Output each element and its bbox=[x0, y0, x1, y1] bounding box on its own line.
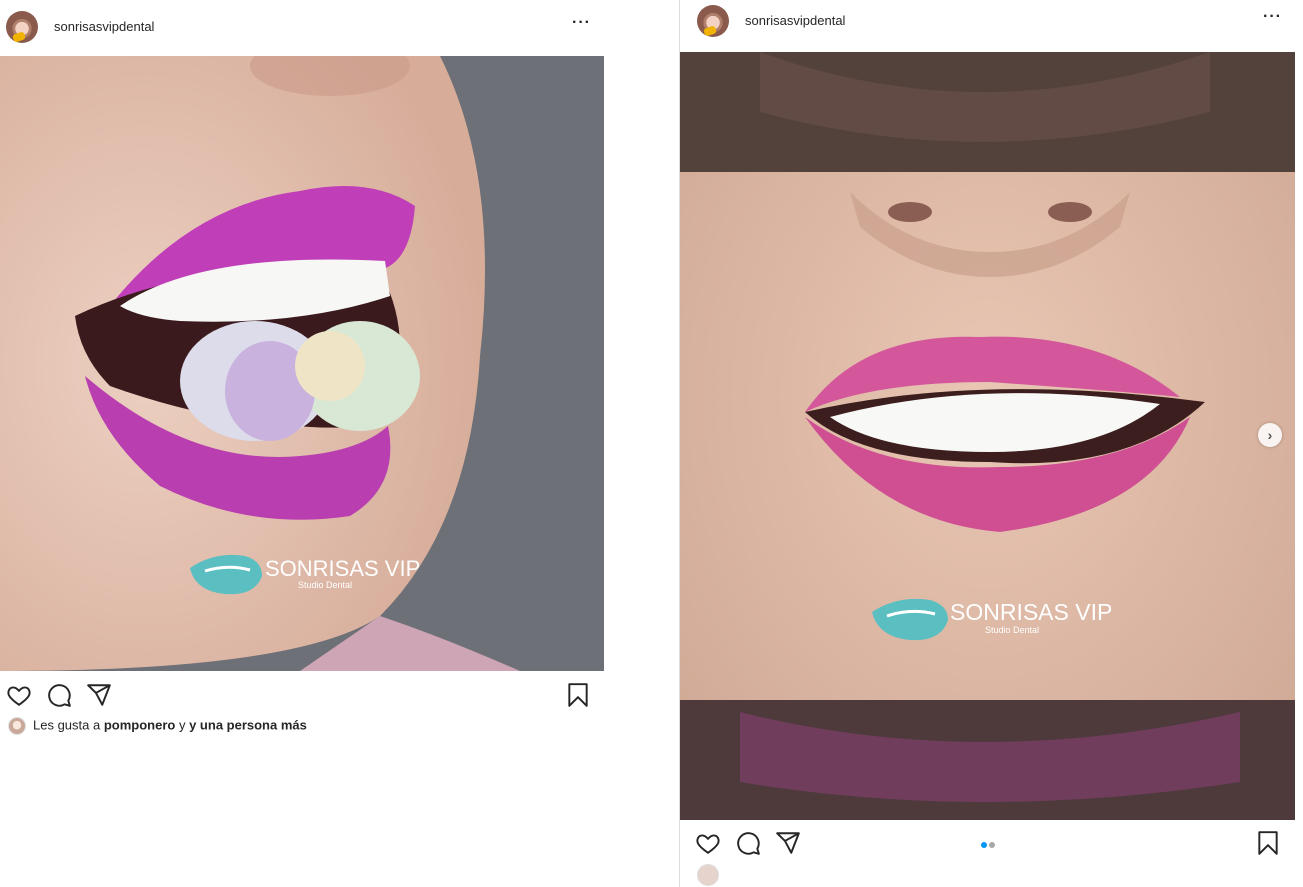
username-link[interactable]: sonrisasvipdental bbox=[745, 13, 845, 28]
comment-icon[interactable] bbox=[735, 830, 761, 856]
likes-summary: Les gusta a pomponero y y una persona má… bbox=[8, 717, 307, 737]
carousel-next-button[interactable]: › bbox=[1258, 423, 1282, 447]
comment-icon[interactable] bbox=[46, 682, 72, 708]
post-image[interactable]: SONRISAS VIP Studio Dental bbox=[0, 56, 604, 671]
share-icon[interactable] bbox=[86, 682, 112, 708]
heart-icon[interactable] bbox=[695, 830, 721, 856]
heart-icon[interactable] bbox=[6, 682, 32, 708]
bookmark-icon[interactable] bbox=[565, 682, 591, 708]
carousel-dot bbox=[989, 842, 995, 848]
post-header: sonrisasvipdental ··· bbox=[0, 0, 604, 52]
carousel-image[interactable]: SONRISAS VIP Studio Dental bbox=[680, 52, 1295, 820]
liker-avatar[interactable] bbox=[8, 717, 26, 735]
chevron-right-icon: › bbox=[1267, 427, 1273, 443]
brand-logo-title: SONRISAS VIP bbox=[265, 556, 420, 581]
brand-logo-subtitle: Studio Dental bbox=[985, 625, 1039, 635]
post-actions bbox=[0, 680, 604, 712]
liker-username-link[interactable]: pomponero bbox=[104, 717, 176, 732]
bookmark-icon[interactable] bbox=[1255, 830, 1281, 856]
carousel-indicator bbox=[980, 835, 996, 853]
likes-connector: y bbox=[178, 717, 186, 733]
username-link[interactable]: sonrisasvipdental bbox=[54, 19, 154, 34]
share-icon[interactable] bbox=[775, 830, 801, 856]
likes-others-link[interactable]: y una persona más bbox=[189, 717, 307, 732]
profile-avatar[interactable] bbox=[697, 5, 729, 37]
post-card-left: sonrisasvipdental ··· SONRISAS VIP Studi… bbox=[0, 0, 604, 887]
more-horizontal-icon[interactable]: ··· bbox=[572, 14, 591, 32]
brand-logo-subtitle: Studio Dental bbox=[298, 580, 352, 590]
profile-avatar[interactable] bbox=[6, 11, 38, 43]
post-header: sonrisasvipdental ··· bbox=[680, 0, 1295, 52]
post-card-right: sonrisasvipdental ··· SONRISAS VIP Studi… bbox=[679, 0, 1295, 887]
brand-logo-title: SONRISAS VIP bbox=[950, 599, 1112, 625]
liker-avatar[interactable] bbox=[697, 864, 719, 886]
carousel-dot-active bbox=[981, 842, 987, 848]
likes-prefix: Les gusta a bbox=[33, 717, 101, 733]
more-horizontal-icon[interactable]: ··· bbox=[1263, 8, 1282, 26]
